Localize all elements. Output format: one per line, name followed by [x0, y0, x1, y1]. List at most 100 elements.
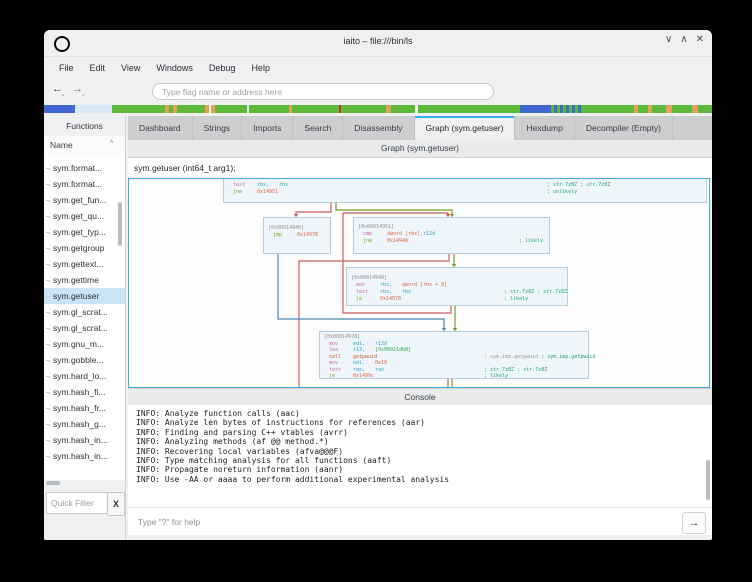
asm-line: [0x00014948]: [347, 275, 567, 282]
graph-basic-block[interactable]: [0x00014951]cmpdword [rbx],r12djne0x1494…: [353, 217, 550, 254]
console-output[interactable]: INFO: Analyze function calls (aac)INFO: …: [128, 405, 712, 507]
function-list-item[interactable]: sym.hard_lo...: [44, 368, 125, 384]
tab-hexdump[interactable]: Hexdump: [515, 116, 574, 140]
navbar-segment: [249, 105, 289, 113]
function-list-item[interactable]: sym.hash_fr...: [44, 400, 125, 416]
navbar-segment: [672, 105, 692, 113]
function-list-item[interactable]: sym.get_qu...: [44, 208, 125, 224]
functions-panel: Functions Name ^ sym.format...sym.format…: [44, 116, 126, 540]
sort-ascending-icon[interactable]: ^: [110, 140, 113, 147]
asm-line: testrbx,rbx; str.7z8Z ; str.7z8Z: [347, 289, 567, 296]
tab-graph-sym-getuser-[interactable]: Graph (sym.getuser): [415, 116, 516, 140]
tab-disassembly[interactable]: Disassembly: [343, 116, 414, 140]
console-log-line: INFO: Use -AA or aaaa to perform additio…: [136, 475, 704, 484]
maximize-button[interactable]: ∧: [680, 34, 687, 45]
graph-basic-block[interactable]: [0x00014948]movrbx,qword [rbx + 8]testrb…: [346, 267, 568, 306]
menu-debug[interactable]: Debug: [202, 60, 243, 76]
tab-search[interactable]: Search: [293, 116, 343, 140]
console-command-input[interactable]: [132, 513, 684, 531]
console-log-line: INFO: Analyze len bytes of instructions …: [136, 418, 704, 427]
tab-bar: DashboardStringsImportsSearchDisassembly…: [128, 116, 712, 141]
asm-comment: ; likely: [504, 296, 528, 303]
function-list-item[interactable]: sym.gl_scrat...: [44, 320, 125, 336]
memory-navbar[interactable]: [44, 104, 712, 114]
asm-line: [0x00014951]: [354, 224, 549, 231]
console-log-line: INFO: Analyze function calls (aac): [136, 409, 704, 418]
function-list-item[interactable]: sym.hash_in...: [44, 432, 125, 448]
window-controls: ∨ ∧ ✕: [665, 34, 704, 45]
asm-comment: ; likely: [519, 238, 543, 245]
asm-line: jmp0x14978: [264, 232, 330, 239]
function-list-item[interactable]: sym.gettime: [44, 272, 125, 288]
clear-filter-button[interactable]: X: [107, 492, 125, 516]
console-log-line: INFO: Type matching analysis for all fun…: [136, 456, 704, 465]
forward-dropdown-icon[interactable]: ⌄: [81, 92, 85, 98]
navbar-segment: [215, 105, 247, 113]
main-area: Functions Name ^ sym.format...sym.format…: [44, 116, 712, 540]
title-bar[interactable]: iaito – file:///bin/ls ∨ ∧ ✕: [44, 30, 712, 57]
navbar-segment: [177, 105, 205, 113]
graph-basic-block[interactable]: [0x00014940]jmp0x14978: [263, 217, 331, 254]
asm-line: [0x00014940]: [264, 225, 330, 232]
console-log-line: INFO: Recovering local variables (afva@@…: [136, 447, 704, 456]
asm-line: testrbx,rbx; str.7z8Z ; str.7z8Z: [224, 182, 706, 189]
graph-view[interactable]: testrbx,rbx; str.7z8Z ; str.7z8Zjne0x149…: [128, 178, 710, 388]
function-list-item[interactable]: sym.getgroup: [44, 240, 125, 256]
column-header-name[interactable]: Name: [50, 140, 73, 150]
tab-dashboard[interactable]: Dashboard: [128, 116, 193, 140]
function-list-item[interactable]: sym.hash_fi...: [44, 384, 125, 400]
function-list-hscrollbar[interactable]: [46, 481, 60, 485]
function-list-item[interactable]: sym.gnu_m...: [44, 336, 125, 352]
console-log-line: INFO: Analyzing methods (af @@ method.*): [136, 437, 704, 446]
function-list-item[interactable]: sym.hash_in...: [44, 448, 125, 464]
console-log-line: INFO: Finding and parsing C++ vtables (a…: [136, 428, 704, 437]
asm-line: jne0x14951; unlikely: [224, 189, 706, 196]
function-list-item[interactable]: sym.format...: [44, 176, 125, 192]
menu-help[interactable]: Help: [244, 60, 277, 76]
menu-bar: FileEditViewWindowsDebugHelp: [44, 56, 712, 80]
address-input[interactable]: [152, 83, 494, 100]
navbar-segment: [652, 105, 666, 113]
back-dropdown-icon[interactable]: ⌄: [61, 92, 65, 98]
tab-strings[interactable]: Strings: [193, 116, 242, 140]
functions-panel-title: Functions: [44, 116, 125, 137]
function-list-item[interactable]: sym.getuser: [44, 288, 125, 304]
tab-imports[interactable]: Imports: [242, 116, 293, 140]
function-list[interactable]: sym.format...sym.format...sym.get_fun...…: [44, 154, 125, 480]
graph-basic-block[interactable]: [0x00014978]movedi,r12dlear13,[0x00021db…: [319, 331, 589, 379]
tab-decompiler-empty-[interactable]: Decompiler (Empty): [575, 116, 673, 140]
graph-basic-block[interactable]: testrbx,rbx; str.7z8Z ; str.7z8Zjne0x149…: [223, 178, 707, 203]
function-list-item[interactable]: sym.get_typ...: [44, 224, 125, 240]
console-send-button[interactable]: →: [682, 512, 706, 534]
navbar-segment: [638, 105, 648, 113]
function-list-item[interactable]: sym.gobble...: [44, 352, 125, 368]
asm-line: je0x14978; likely: [347, 296, 567, 303]
quick-filter-input[interactable]: [46, 492, 110, 514]
function-list-item[interactable]: sym.gl_scrat...: [44, 304, 125, 320]
navbar-segment: [292, 105, 339, 113]
content-area: DashboardStringsImportsSearchDisassembly…: [128, 116, 712, 540]
asm-comment: ; str.7z8Z ; str.7z8Z: [547, 182, 610, 189]
close-button[interactable]: ✕: [696, 34, 704, 45]
function-list-item[interactable]: sym.hash_g...: [44, 416, 125, 432]
app-window: iaito – file:///bin/ls ∨ ∧ ✕ FileEditVie…: [44, 30, 712, 540]
menu-windows[interactable]: Windows: [149, 60, 200, 76]
console-scrollbar[interactable]: [706, 460, 710, 500]
asm-line: movrbx,qword [rbx + 8]: [347, 282, 567, 289]
graph-panel-header[interactable]: Graph (sym.getuser): [128, 140, 712, 158]
minimize-button[interactable]: ∨: [665, 34, 672, 45]
function-list-vscrollbar[interactable]: [118, 202, 122, 246]
navbar-segment: [698, 105, 712, 113]
function-list-item[interactable]: sym.get_fun...: [44, 192, 125, 208]
asm-comment: ; likely: [484, 373, 508, 380]
menu-file[interactable]: File: [52, 60, 81, 76]
function-list-item[interactable]: sym.format...: [44, 160, 125, 176]
menu-view[interactable]: View: [114, 60, 147, 76]
function-list-item[interactable]: sym.gettext...: [44, 256, 125, 272]
console-log-line: INFO: Propagate noreturn information (aa…: [136, 465, 704, 474]
navbar-segment: [418, 105, 520, 113]
menu-edit[interactable]: Edit: [83, 60, 113, 76]
asm-line: je0x1499c; likely: [320, 373, 588, 380]
desktop: { "window": { "title": "iaito – file:///…: [0, 0, 752, 582]
functions-column-header[interactable]: Name ^: [44, 136, 125, 155]
